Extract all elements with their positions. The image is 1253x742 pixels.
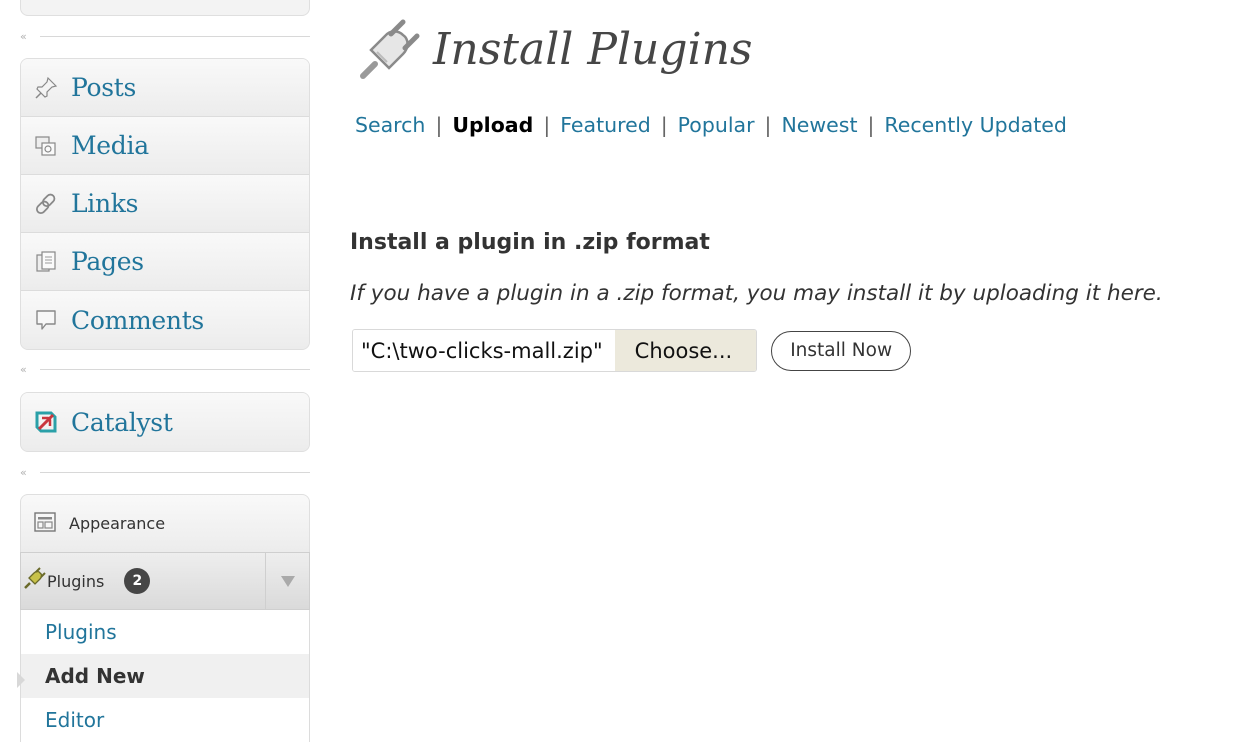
comment-icon — [33, 307, 59, 333]
menu-separator[interactable]: « — [20, 363, 310, 375]
tab-popular[interactable]: Popular — [678, 113, 755, 137]
submenu-link-current[interactable]: Add New — [45, 664, 145, 688]
menu-top-stub — [20, 0, 310, 16]
menu-item-catalyst[interactable]: Catalyst — [21, 393, 309, 451]
menu-group-appearance: Appearance Plugins 2 Plugins Add New Edi… — [17, 494, 310, 742]
upload-form: "C:\two-clicks-mall.zip" Choose... Insta… — [352, 329, 912, 372]
menu-item-comments[interactable]: Comments — [21, 291, 309, 349]
menu-item-posts[interactable]: Posts — [21, 59, 309, 117]
collapse-arrows-icon[interactable]: « — [20, 31, 36, 42]
section-heading: Install a plugin in .zip format — [350, 230, 710, 255]
tab-recently-updated[interactable]: Recently Updated — [884, 113, 1066, 137]
pushpin-icon — [33, 75, 59, 101]
submenu-item-plugins[interactable]: Plugins — [21, 610, 309, 654]
chevron-down-icon — [280, 575, 295, 587]
submenu-toggle[interactable] — [265, 553, 309, 609]
choose-file-button[interactable]: Choose... — [614, 330, 757, 371]
section-description: If you have a plugin in a .zip format, y… — [350, 281, 1163, 306]
link-icon — [33, 191, 59, 217]
menu-separator[interactable]: « — [20, 466, 310, 478]
menu-item-plugins[interactable]: Plugins 2 — [20, 552, 310, 610]
menu-label: Catalyst — [71, 407, 173, 437]
menu-item-media[interactable]: Media — [21, 117, 309, 175]
submenu-item-editor[interactable]: Editor — [21, 698, 309, 742]
menu-group-catalyst: Catalyst — [20, 392, 310, 452]
collapse-arrows-icon[interactable]: « — [20, 467, 36, 478]
tab-newest[interactable]: Newest — [781, 113, 857, 137]
pages-icon — [33, 249, 59, 275]
update-count-badge: 2 — [124, 568, 151, 594]
collapse-arrows-icon[interactable]: « — [20, 364, 36, 375]
plugin-icon — [21, 566, 47, 596]
tab-search[interactable]: Search — [355, 113, 425, 137]
page-header: Install Plugins — [355, 14, 753, 84]
menu-item-pages[interactable]: Pages — [21, 233, 309, 291]
menu-label: Posts — [71, 73, 137, 102]
plugin-large-icon — [355, 14, 425, 84]
menu-item-links[interactable]: Links — [21, 175, 309, 233]
menu-separator[interactable]: « — [20, 30, 310, 42]
admin-sidebar: « Posts Media Links Pages Comments « Cat… — [17, 0, 310, 742]
submenu-item-add-new[interactable]: Add New — [21, 654, 309, 698]
menu-label: Links — [71, 189, 139, 218]
file-input[interactable]: "C:\two-clicks-mall.zip" Choose... — [352, 329, 758, 372]
submenu-link[interactable]: Editor — [45, 708, 104, 732]
catalyst-icon — [33, 409, 59, 435]
menu-label: Pages — [71, 247, 144, 276]
plugins-submenu: Plugins Add New Editor — [17, 610, 310, 742]
menu-label: Comments — [71, 305, 204, 335]
menu-group-content: Posts Media Links Pages Comments — [20, 58, 310, 350]
tab-featured[interactable]: Featured — [560, 113, 650, 137]
menu-label: Appearance — [69, 514, 166, 533]
menu-label: Media — [71, 131, 149, 160]
tab-upload[interactable]: Upload — [452, 113, 533, 137]
media-icon — [33, 133, 59, 159]
install-now-button[interactable]: Install Now — [771, 330, 912, 371]
appearance-icon — [33, 510, 57, 538]
main-content: Install Plugins Search | Upload | Featured | P… — [350, 0, 1253, 742]
current-indicator-icon — [17, 672, 25, 688]
menu-label: Plugins — [47, 571, 105, 591]
page-title: Install Plugins — [433, 23, 753, 75]
submenu-link[interactable]: Plugins — [45, 620, 117, 644]
file-path-field[interactable]: "C:\two-clicks-mall.zip" — [353, 330, 615, 371]
menu-item-appearance[interactable]: Appearance — [20, 494, 310, 552]
install-tabs: Search | Upload | Featured | Popular | Newest | Re… — [355, 113, 1067, 137]
